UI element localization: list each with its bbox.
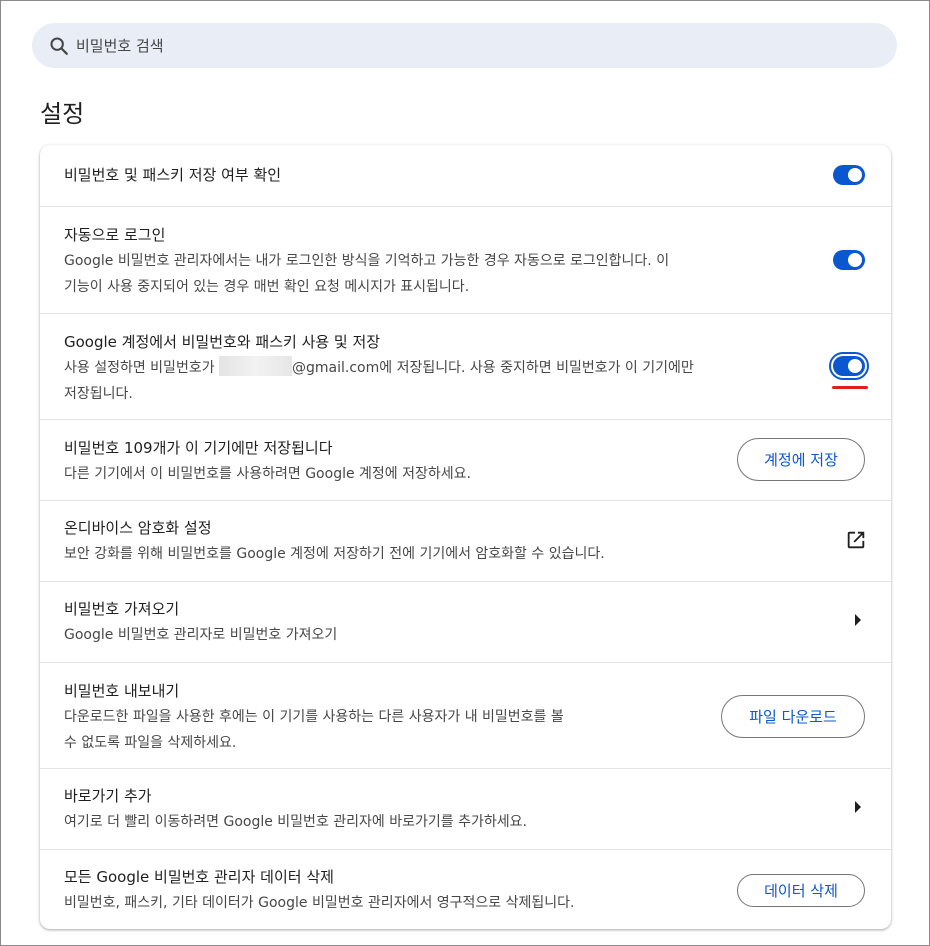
delete-data-button[interactable]: 데이터 삭제: [737, 874, 865, 907]
setting-desc: 사용 설정하면 비밀번호가: [64, 360, 220, 376]
setting-title: 모든 Google 비밀번호 관리자 데이터 삭제: [64, 868, 334, 886]
setting-row-export-passwords: 비밀번호 내보내기 다운로드한 파일을 사용한 후에는 이 기기를 사용하는 다…: [40, 662, 891, 768]
search-bar[interactable]: [32, 23, 897, 68]
setting-desc: 수 없도록 파일을 삭제하세요.: [64, 735, 237, 751]
setting-desc: @gmail.com에 저장됩니다. 사용 중지하면 비밀번호가 이 기기에만: [292, 360, 694, 376]
annotation-underline: [832, 386, 868, 389]
setting-desc: 보안 강화를 위해 비밀번호를 Google 계정에 저장하기 전에 기기에서 …: [64, 546, 605, 562]
setting-row-auto-signin[interactable]: 자동으로 로그인 Google 비밀번호 관리자에서는 내가 로그인한 방식을 …: [40, 206, 891, 313]
arrow-right-icon[interactable]: [853, 800, 863, 814]
auto-signin-toggle[interactable]: [833, 250, 865, 270]
save-to-account-button[interactable]: 계정에 저장: [737, 438, 865, 481]
download-file-button[interactable]: 파일 다운로드: [721, 695, 865, 738]
setting-row-offer-to-save[interactable]: 비밀번호 및 패스키 저장 여부 확인: [40, 145, 891, 206]
search-icon: [48, 35, 70, 57]
setting-title: 바로가기 추가: [64, 787, 152, 805]
setting-desc: 기능이 사용 중지되어 있는 경우 매번 확인 요청 메시지가 표시됩니다.: [64, 279, 470, 295]
setting-row-delete-all-data: 모든 Google 비밀번호 관리자 데이터 삭제 비밀번호, 패스키, 기타 …: [40, 849, 891, 929]
arrow-right-icon[interactable]: [853, 613, 863, 627]
setting-title: 비밀번호 109개가 이 기기에만 저장됩니다: [64, 439, 333, 457]
setting-title: 비밀번호 및 패스키 저장 여부 확인: [64, 166, 282, 184]
setting-row-import-passwords[interactable]: 비밀번호 가져오기 Google 비밀번호 관리자로 비밀번호 가져오기: [40, 581, 891, 662]
setting-title: 온디바이스 암호화 설정: [64, 519, 212, 537]
setting-row-add-shortcut[interactable]: 바로가기 추가 여기로 더 빨리 이동하려면 Google 비밀번호 관리자에 …: [40, 768, 891, 849]
setting-title: Google 계정에서 비밀번호와 패스키 사용 및 저장: [64, 333, 381, 351]
search-input[interactable]: [76, 36, 836, 55]
setting-title: 비밀번호 가져오기: [64, 600, 180, 618]
setting-title: 자동으로 로그인: [64, 226, 166, 244]
setting-row-local-passwords: 비밀번호 109개가 이 기기에만 저장됩니다 다른 기기에서 이 비밀번호를 …: [40, 419, 891, 500]
setting-row-on-device-encryption[interactable]: 온디바이스 암호화 설정 보안 강화를 위해 비밀번호를 Google 계정에 …: [40, 500, 891, 581]
redacted-email: [219, 356, 293, 376]
setting-desc: 저장됩니다.: [64, 386, 133, 402]
setting-desc: Google 비밀번호 관리자에서는 내가 로그인한 방식을 기억하고 가능한 …: [64, 253, 670, 269]
setting-row-account-storage[interactable]: Google 계정에서 비밀번호와 패스키 사용 및 저장 사용 설정하면 비밀…: [40, 313, 891, 419]
open-in-new-icon[interactable]: [845, 529, 867, 551]
setting-desc: 다운로드한 파일을 사용한 후에는 이 기기를 사용하는 다른 사용자가 내 비…: [64, 709, 564, 725]
setting-desc: 여기로 더 빨리 이동하려면 Google 비밀번호 관리자에 바로가기를 추가…: [64, 814, 527, 830]
setting-title: 비밀번호 내보내기: [64, 682, 180, 700]
setting-desc: 비밀번호, 패스키, 기타 데이터가 Google 비밀번호 관리자에서 영구적…: [64, 895, 575, 911]
account-storage-toggle[interactable]: [829, 352, 869, 380]
offer-to-save-toggle[interactable]: [833, 165, 865, 185]
setting-desc: Google 비밀번호 관리자로 비밀번호 가져오기: [64, 627, 338, 643]
page-title: 설정: [40, 100, 85, 128]
settings-card: 비밀번호 및 패스키 저장 여부 확인 자동으로 로그인 Google 비밀번호…: [40, 145, 891, 929]
setting-desc: 다른 기기에서 이 비밀번호를 사용하려면 Google 계정에 저장하세요.: [64, 466, 471, 482]
